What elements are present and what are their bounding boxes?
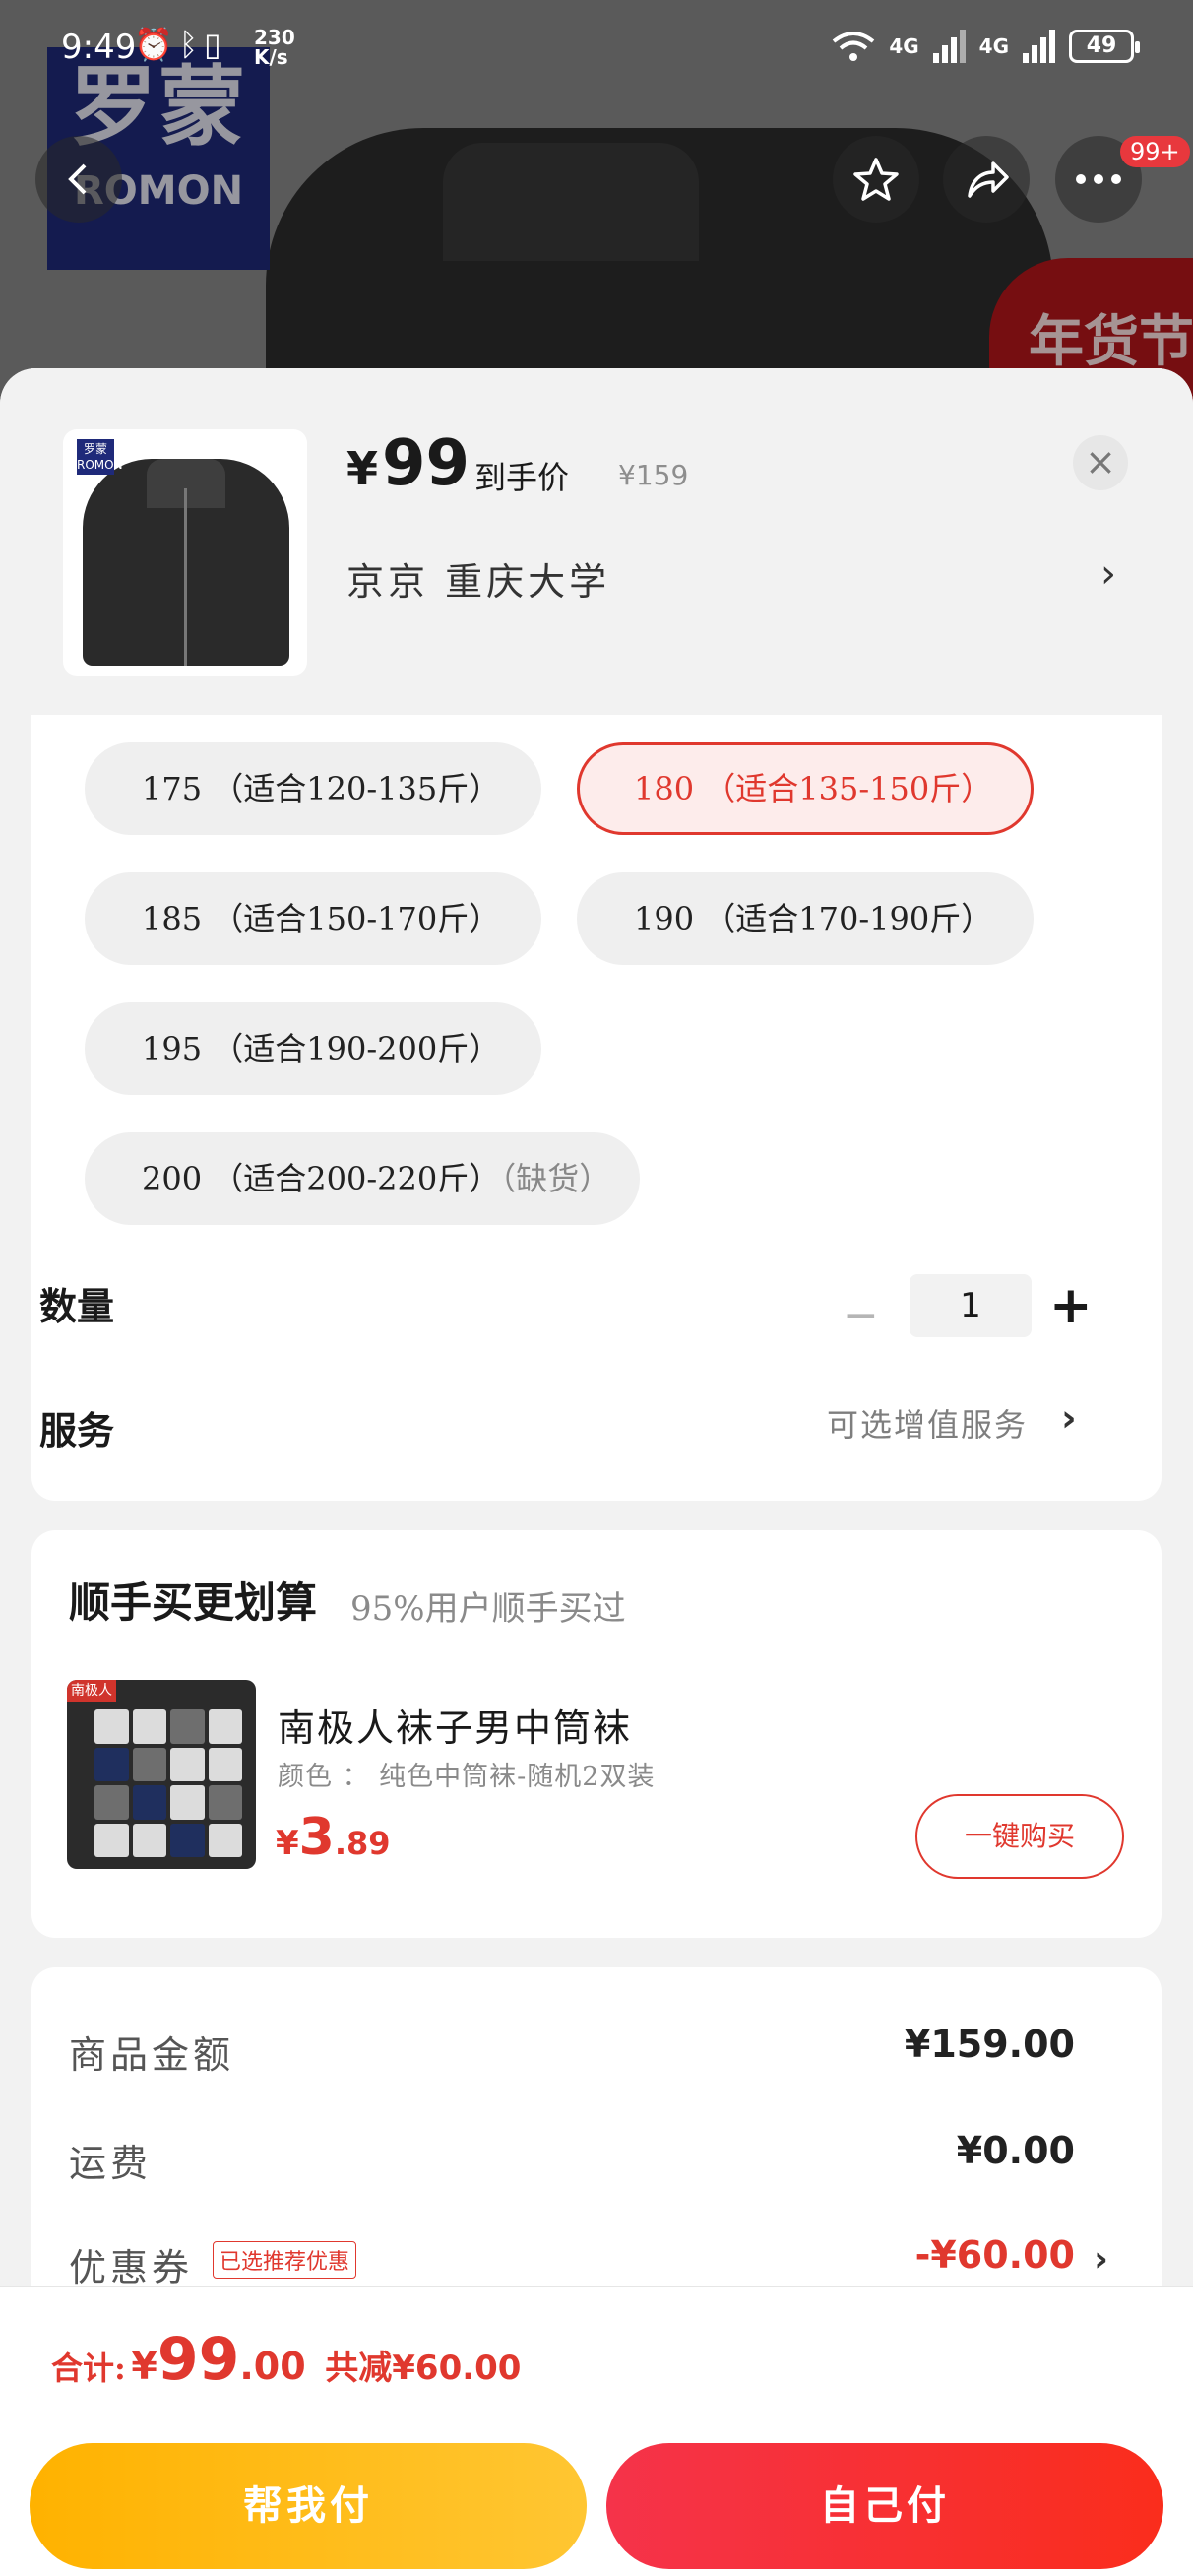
- checkout-bar: 合计: ¥99.00 共减¥60.00 帮我付 自己付: [0, 2286, 1193, 2576]
- one-click-buy-button[interactable]: 一键购买: [915, 1794, 1124, 1879]
- size-option-out-of-stock[interactable]: 200 （适合200-220斤）（缺货）: [85, 1132, 640, 1225]
- size-option-label: 200 （适合200-220斤）: [142, 1160, 501, 1197]
- size-option-label: 180 （适合135-150斤）: [634, 770, 993, 807]
- net-speed: 230 K/s: [254, 28, 295, 67]
- service-label: 服务: [39, 1409, 115, 1452]
- size-option-label: 185 （适合150-170斤）: [142, 900, 501, 937]
- status-icons: ⏰ᛒ▯: [134, 26, 227, 63]
- network-label-2: 4G: [978, 34, 1009, 58]
- shipping-label: 运费: [69, 2142, 153, 2185]
- quantity-input[interactable]: 1: [910, 1274, 1032, 1337]
- upsell-price-dec: .89: [334, 1825, 391, 1862]
- size-option-selected[interactable]: 180 （适合135-150斤）: [577, 742, 1034, 835]
- status-bar: 9:49 ⏰ᛒ▯ 230 K/s 4G 4G 49: [0, 0, 1193, 98]
- size-option-label: 175 （适合120-135斤）: [142, 770, 501, 807]
- upsell-image-tag: 南极人: [67, 1680, 116, 1702]
- favorite-button[interactable]: [833, 136, 919, 223]
- back-button[interactable]: [35, 136, 122, 223]
- coupon-value[interactable]: -¥60.00: [915, 2233, 1075, 2277]
- bluetooth-icon: ᛒ: [178, 26, 205, 63]
- chevron-right-icon[interactable]: ›: [1100, 551, 1116, 597]
- size-option[interactable]: 185 （适合150-170斤）: [85, 872, 541, 965]
- upsell-card: 顺手买更划算 95%用户顺手买过 南极人 南极人袜子男中筒袜 颜色 ： 纯色中筒…: [31, 1530, 1162, 1938]
- upsell-subtitle: 95%用户顺手买过: [350, 1589, 626, 1629]
- battery-icon: 49: [1069, 30, 1140, 63]
- chevron-left-icon: [68, 163, 87, 195]
- total-label: 合计:: [51, 2350, 126, 2387]
- wifi-icon: [833, 32, 875, 61]
- status-right: 4G 4G 49: [832, 30, 1140, 63]
- network-label-1: 4G: [889, 34, 919, 58]
- quantity-label: 数量: [39, 1285, 115, 1328]
- quantity-decrement-button[interactable]: −: [843, 1290, 879, 1340]
- spec-card: 175 （适合120-135斤） 180 （适合135-150斤） 185 （适…: [31, 715, 1162, 1501]
- chevron-right-icon[interactable]: ›: [1061, 1396, 1077, 1440]
- help-me-pay-button[interactable]: 帮我付: [30, 2443, 587, 2569]
- upsell-item-spec: 颜色 ： 纯色中筒袜-随机2双装: [278, 1762, 656, 1792]
- upsell-title: 顺手买更划算: [69, 1578, 318, 1627]
- alarm-icon: ⏰: [134, 26, 179, 63]
- coupon-recommend-tag: 已选推荐优惠: [213, 2241, 357, 2279]
- chevron-right-icon[interactable]: ›: [1094, 2239, 1108, 2280]
- more-badge: 99+: [1120, 136, 1190, 167]
- upsell-item-image[interactable]: 南极人: [67, 1680, 256, 1869]
- size-option-label: 195 （适合190-200斤）: [142, 1030, 501, 1067]
- size-option[interactable]: 175 （适合120-135斤）: [85, 742, 541, 835]
- goods-amount-value: ¥159.00: [904, 2023, 1075, 2066]
- close-button[interactable]: ×: [1073, 435, 1128, 490]
- size-option[interactable]: 190 （适合170-190斤）: [577, 872, 1034, 965]
- quantity-increment-button[interactable]: +: [1049, 1278, 1093, 1333]
- upsell-item-price: ¥3.89: [276, 1808, 391, 1867]
- price-tag: 到手价: [474, 459, 570, 496]
- product-thumbnail[interactable]: 罗蒙 ROMON: [63, 429, 307, 676]
- total-symbol: ¥: [131, 2345, 157, 2388]
- vibrate-icon: ▯: [204, 26, 227, 63]
- total-discount: 共减¥60.00: [325, 2349, 522, 2388]
- upsell-item-name[interactable]: 南极人袜子男中筒袜: [278, 1698, 632, 1752]
- final-price: ¥99: [346, 427, 470, 500]
- star-icon: [853, 158, 899, 201]
- upsell-price-symbol: ¥: [276, 1824, 299, 1863]
- pay-myself-button[interactable]: 自己付: [606, 2443, 1163, 2569]
- share-button[interactable]: [943, 136, 1030, 223]
- coupon-label: 优惠券: [69, 2246, 194, 2289]
- share-icon: [968, 161, 1009, 198]
- goods-amount-label: 商品金额: [69, 2033, 235, 2077]
- signal-icon: [932, 30, 966, 63]
- shipping-value: ¥0.00: [956, 2129, 1075, 2172]
- signal-icon-2: [1023, 30, 1055, 63]
- original-price: ¥159: [618, 459, 689, 491]
- upsell-price-int: 3: [298, 1808, 335, 1867]
- sock-pack-art: [94, 1709, 242, 1857]
- status-time: 9:49: [61, 28, 137, 67]
- price-currency: ¥: [346, 442, 379, 495]
- service-option[interactable]: 可选增值服务: [827, 1400, 1028, 1446]
- total-dec: .00: [239, 2345, 306, 2388]
- size-option[interactable]: 195 （适合190-200斤）: [85, 1002, 541, 1095]
- delivery-address[interactable]: 京京 重庆大学: [346, 551, 610, 606]
- thumb-zipper: [184, 488, 187, 666]
- thumb-brand-logo: 罗蒙 ROMON: [77, 439, 123, 475]
- net-speed-unit: K/s: [254, 45, 288, 69]
- total-line: 合计: ¥99.00 共减¥60.00: [51, 2325, 521, 2394]
- price-value: 99: [382, 427, 471, 500]
- more-dots-icon: [1076, 174, 1121, 184]
- sheet-header: 罗蒙 ROMON ¥99 到手价 ¥159 京京 重庆大学 › ×: [0, 368, 1193, 715]
- out-of-stock-label: （缺货）: [500, 1160, 611, 1197]
- size-option-label: 190 （适合170-190斤）: [634, 900, 993, 937]
- sku-selection-sheet: 罗蒙 ROMON ¥99 到手价 ¥159 京京 重庆大学 › × 175 （适…: [0, 368, 1193, 2576]
- total-int: 99: [157, 2325, 240, 2394]
